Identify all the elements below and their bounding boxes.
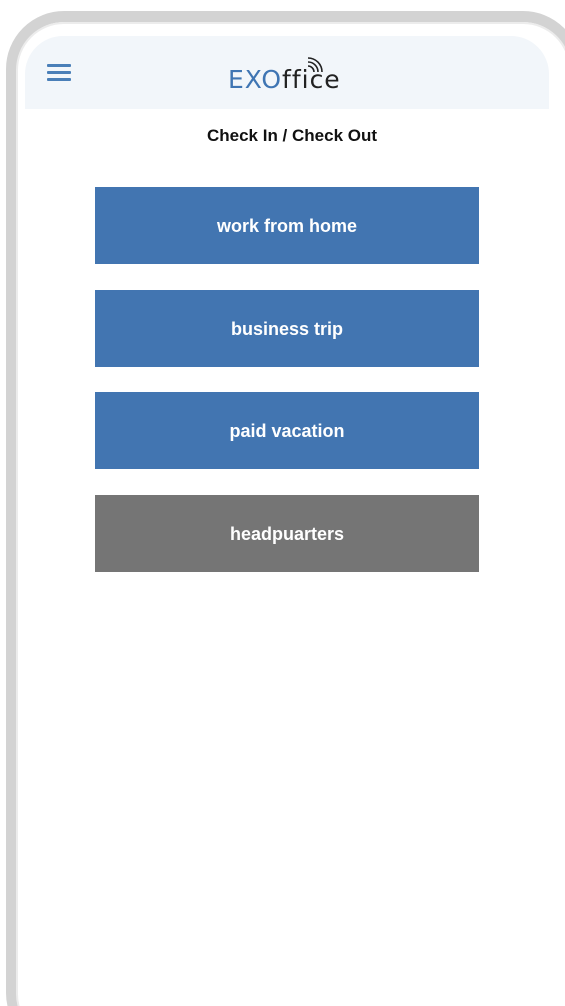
app-header: EXOffice [25, 36, 549, 109]
paid-vacation-button[interactable]: paid vacation [95, 392, 479, 469]
logo-exo-text: EXO [228, 65, 283, 94]
hamburger-menu-icon[interactable] [47, 64, 71, 82]
app-screenshot: EXOffice Check In / Check Out work from … [0, 0, 565, 1006]
logo-wordmark: EXOffice [228, 65, 341, 95]
logo-ffice-text: ffice [282, 65, 341, 94]
page-title: Check In / Check Out [206, 126, 378, 145]
phone-screen: EXOffice Check In / Check Out work from … [25, 36, 549, 1006]
work-from-home-button[interactable]: work from home [95, 187, 479, 264]
exoffice-logo: EXOffice [228, 54, 358, 100]
headquarters-button[interactable]: headpuarters [95, 495, 479, 572]
business-trip-button[interactable]: business trip [95, 290, 479, 367]
